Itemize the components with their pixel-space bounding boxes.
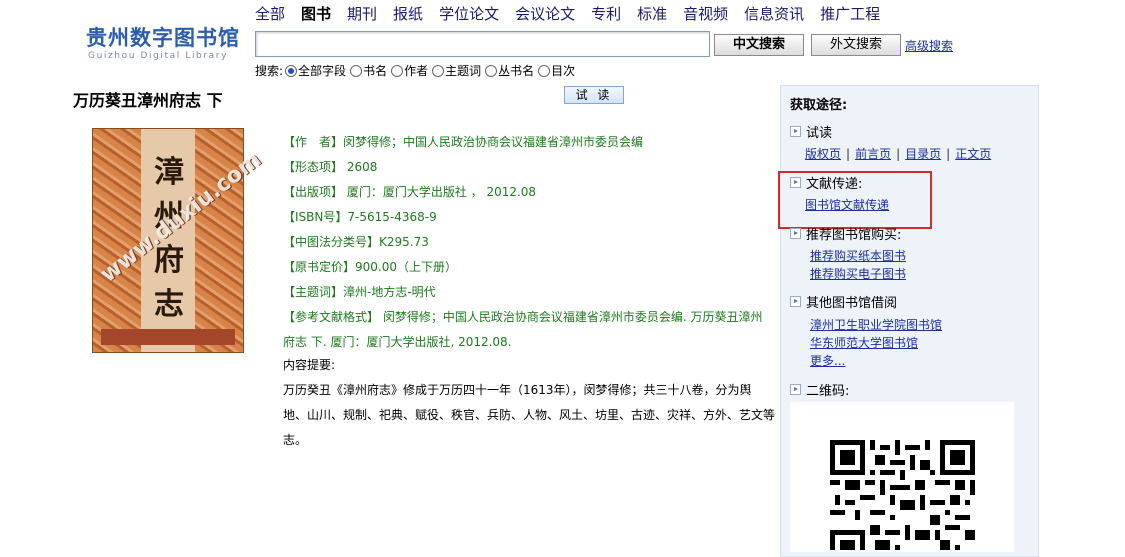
section-other-libraries: 其他图书馆借阅 xyxy=(790,292,897,311)
section-label: 其他图书馆借阅 xyxy=(806,296,898,311)
link-toc-page[interactable]: 目录页 xyxy=(905,147,941,161)
field-clc: 【中图法分类号】K295.73 xyxy=(283,235,429,249)
qr-code-icon xyxy=(830,440,975,550)
scope-option-subject[interactable]: 主题词 xyxy=(430,62,481,79)
section-label: 二维码: xyxy=(806,384,850,399)
section-qr: 二维码: xyxy=(790,380,849,399)
section-trial: 试读 xyxy=(790,122,832,141)
link-preface-page[interactable]: 前言页 xyxy=(855,147,891,161)
link-body-page[interactable]: 正文页 xyxy=(955,147,991,161)
arrow-right-icon xyxy=(790,228,801,239)
scope-option-all[interactable]: 全部字段 xyxy=(283,62,346,79)
nav-theses[interactable]: 学位论文 xyxy=(439,4,499,24)
radio[interactable] xyxy=(432,64,445,77)
section-label: 试读 xyxy=(806,126,833,141)
field-author: 【作 者】闵梦得修；中国人民政治协商会议福建省漳州市委员会编 xyxy=(283,135,644,149)
separator: | xyxy=(896,147,901,161)
book-details: 【作 者】闵梦得修；中国人民政治协商会议福建省漳州市委员会编 【形态项】 260… xyxy=(283,130,773,355)
scope-option-label: 书名 xyxy=(363,64,388,78)
trial-links: 版权页 | 前言页 | 目录页 | 正文页 xyxy=(805,145,991,162)
advanced-search-link[interactable]: 高级搜索 xyxy=(905,37,953,54)
nav-conference[interactable]: 会议论文 xyxy=(515,4,575,24)
summary-label: 内容提要: xyxy=(283,358,336,372)
trial-read-button[interactable]: 试 读 xyxy=(564,86,624,104)
scope-option-series[interactable]: 丛书名 xyxy=(483,62,534,79)
foreign-search-button[interactable]: 外文搜索 xyxy=(811,34,901,56)
field-citation: 【参考文献格式】 闵梦得修；中国人民政治协商会议福建省漳州市委员会编. 万历葵丑… xyxy=(283,310,763,349)
scope-option-label: 作者 xyxy=(404,64,429,78)
scope-option-author[interactable]: 作者 xyxy=(389,62,428,79)
field-pages: 【形态项】 2608 xyxy=(283,160,378,174)
scope-option-title[interactable]: 书名 xyxy=(348,62,387,79)
nav-all[interactable]: 全部 xyxy=(255,4,285,24)
radio-selected[interactable] xyxy=(285,64,298,77)
section-label: 推荐图书馆购买: xyxy=(806,228,902,243)
radio[interactable] xyxy=(538,64,551,77)
link-copyright-page[interactable]: 版权页 xyxy=(805,147,841,161)
access-panel-title: 获取途径: xyxy=(790,98,848,113)
radio[interactable] xyxy=(350,64,363,77)
link-buy-print[interactable]: 推荐购买纸本图书 xyxy=(810,247,906,264)
nav-promotion[interactable]: 推广工程 xyxy=(820,4,880,24)
scope-option-label: 全部字段 xyxy=(298,64,347,78)
nav-journals[interactable]: 期刊 xyxy=(347,4,377,24)
field-isbn: 【ISBN号】7-5615-4368-9 xyxy=(283,210,437,224)
link-buy-ebook[interactable]: 推荐购买电子图书 xyxy=(810,265,906,282)
nav-standards[interactable]: 标准 xyxy=(637,4,667,24)
arrow-right-icon xyxy=(790,384,801,395)
link-library-1[interactable]: 漳州卫生职业学院图书馆 xyxy=(810,316,942,333)
scope-option-toc[interactable]: 目次 xyxy=(536,62,575,79)
scope-option-label: 丛书名 xyxy=(498,64,535,78)
link-library-2[interactable]: 华东师范大学图书馆 xyxy=(810,334,918,351)
nav-patents[interactable]: 专利 xyxy=(591,4,621,24)
arrow-right-icon xyxy=(790,296,801,307)
site-logo[interactable]: 贵州数字图书馆 Guizhou Digital Library xyxy=(86,26,240,62)
cover-footer xyxy=(101,329,235,345)
logo-text-cn: 贵州数字图书馆 xyxy=(86,26,240,50)
scope-label: 搜索: xyxy=(255,64,284,78)
scope-option-label: 主题词 xyxy=(445,64,482,78)
separator: | xyxy=(846,147,851,161)
search-input[interactable] xyxy=(255,31,710,57)
field-publisher: 【出版项】 厦门：厦门大学出版社 ， 2012.08 xyxy=(283,185,537,199)
scope-option-label: 目次 xyxy=(551,64,576,78)
category-nav: 全部 图书 期刊 报纸 学位论文 会议论文 专利 标准 音视频 信息资讯 推广工… xyxy=(255,4,896,24)
summary-text: 万历癸丑《漳州府志》修成于万历四十一年（1613年），闵梦得修；共三十八卷，分为… xyxy=(283,383,776,447)
field-subject: 【主题词】漳州-地方志-明代 xyxy=(283,285,436,299)
search-scope: 搜索: 全部字段 书名 作者 主题词 丛书名 目次 xyxy=(255,62,577,79)
radio[interactable] xyxy=(485,64,498,77)
logo-text-en: Guizhou Digital Library xyxy=(88,51,228,61)
field-price: 【原书定价】900.00（上下册） xyxy=(283,260,457,274)
section-purchase: 推荐图书馆购买: xyxy=(790,224,901,243)
separator: | xyxy=(946,147,951,161)
book-title: 万历葵丑漳州府志 下 xyxy=(73,91,223,110)
arrow-right-icon xyxy=(790,126,801,137)
chinese-search-button[interactable]: 中文搜索 xyxy=(714,34,804,56)
nav-news[interactable]: 信息资讯 xyxy=(744,4,804,24)
nav-newspapers[interactable]: 报纸 xyxy=(393,4,423,24)
highlight-box xyxy=(778,171,932,229)
link-more[interactable]: 更多... xyxy=(810,352,845,369)
nav-video[interactable]: 音视频 xyxy=(683,4,728,24)
radio[interactable] xyxy=(391,64,404,77)
nav-books[interactable]: 图书 xyxy=(301,4,331,24)
